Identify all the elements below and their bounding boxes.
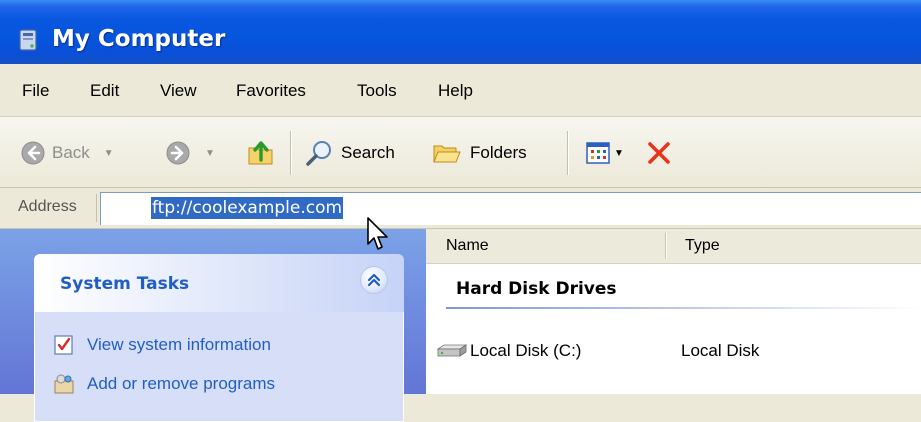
up-folder-icon xyxy=(248,141,273,165)
mouse-cursor-icon xyxy=(367,217,388,250)
menu-edit[interactable]: Edit xyxy=(90,81,119,101)
forward-button[interactable]: ▼ xyxy=(165,137,215,169)
address-bar: Address ftp://coolexample.com xyxy=(0,188,921,229)
task-link-label: View system information xyxy=(87,335,271,354)
chevron-up-icon xyxy=(367,273,381,287)
delete-button[interactable] xyxy=(646,137,672,169)
system-tasks-title: System Tasks xyxy=(60,274,190,294)
toolbar: Back ▼ ▼ Search Folders ▼ xyxy=(0,117,921,188)
system-tasks-body: View system information Add or remove pr… xyxy=(34,312,404,422)
search-label: Search xyxy=(341,143,395,162)
list-item[interactable]: Local Disk (C:) Local Disk xyxy=(436,337,906,365)
task-link-label: Add or remove programs xyxy=(87,374,276,393)
folders-button[interactable]: Folders xyxy=(432,137,527,169)
task-pane: System Tasks View system information Add… xyxy=(0,229,426,422)
task-link-view-system-information[interactable]: View system information xyxy=(53,334,271,356)
my-computer-icon xyxy=(19,29,37,51)
folders-icon xyxy=(433,145,461,163)
menu-help[interactable]: Help xyxy=(438,81,473,101)
column-separator[interactable] xyxy=(665,233,666,259)
address-input[interactable]: ftp://coolexample.com xyxy=(100,192,921,225)
back-arrow-icon xyxy=(21,141,45,165)
views-dropdown-icon[interactable]: ▼ xyxy=(614,148,624,159)
column-header-row: Name Type xyxy=(426,229,921,264)
delete-icon xyxy=(648,142,670,164)
back-label: Back xyxy=(52,143,90,162)
back-dropdown-icon[interactable]: ▼ xyxy=(104,148,114,159)
group-title: Hard Disk Drives xyxy=(456,279,617,299)
group-divider xyxy=(446,307,921,309)
task-link-add-remove-programs[interactable]: Add or remove programs xyxy=(53,373,275,395)
up-button[interactable] xyxy=(246,137,276,169)
title-bar[interactable]: My Computer xyxy=(0,0,921,64)
forward-arrow-icon xyxy=(166,141,190,165)
hard-drive-icon xyxy=(436,344,468,357)
menu-favorites[interactable]: Favorites xyxy=(236,81,306,101)
search-icon xyxy=(306,141,331,166)
back-button[interactable]: Back ▼ xyxy=(20,137,114,169)
system-tasks-header[interactable]: System Tasks xyxy=(34,254,404,312)
drive-name[interactable]: Local Disk (C:) xyxy=(470,341,581,361)
forward-dropdown-icon[interactable]: ▼ xyxy=(205,148,215,159)
search-button[interactable]: Search xyxy=(305,137,395,169)
address-value[interactable]: ftp://coolexample.com xyxy=(151,197,344,219)
system-info-icon xyxy=(54,335,73,355)
menu-tools[interactable]: Tools xyxy=(357,81,397,101)
file-list: Name Type Hard Disk Drives Local Disk (C… xyxy=(426,229,921,394)
toolbar-separator xyxy=(290,131,291,175)
menu-file[interactable]: File xyxy=(22,81,49,101)
column-header-type[interactable]: Type xyxy=(685,237,720,255)
system-tasks-panel: System Tasks View system information Add… xyxy=(34,254,404,422)
window-title: My Computer xyxy=(52,26,226,52)
toolbar-separator xyxy=(567,131,568,175)
address-label: Address xyxy=(18,198,77,215)
views-icon xyxy=(586,142,610,164)
address-divider xyxy=(96,194,97,222)
collapse-button[interactable] xyxy=(360,266,388,294)
column-header-name[interactable]: Name xyxy=(446,237,489,255)
folders-label: Folders xyxy=(470,143,527,162)
views-button[interactable]: ▼ xyxy=(586,137,624,169)
add-remove-programs-icon xyxy=(54,374,74,394)
menu-bar: File Edit View Favorites Tools Help xyxy=(0,64,921,117)
menu-view[interactable]: View xyxy=(160,81,197,101)
drive-type: Local Disk xyxy=(681,341,760,360)
